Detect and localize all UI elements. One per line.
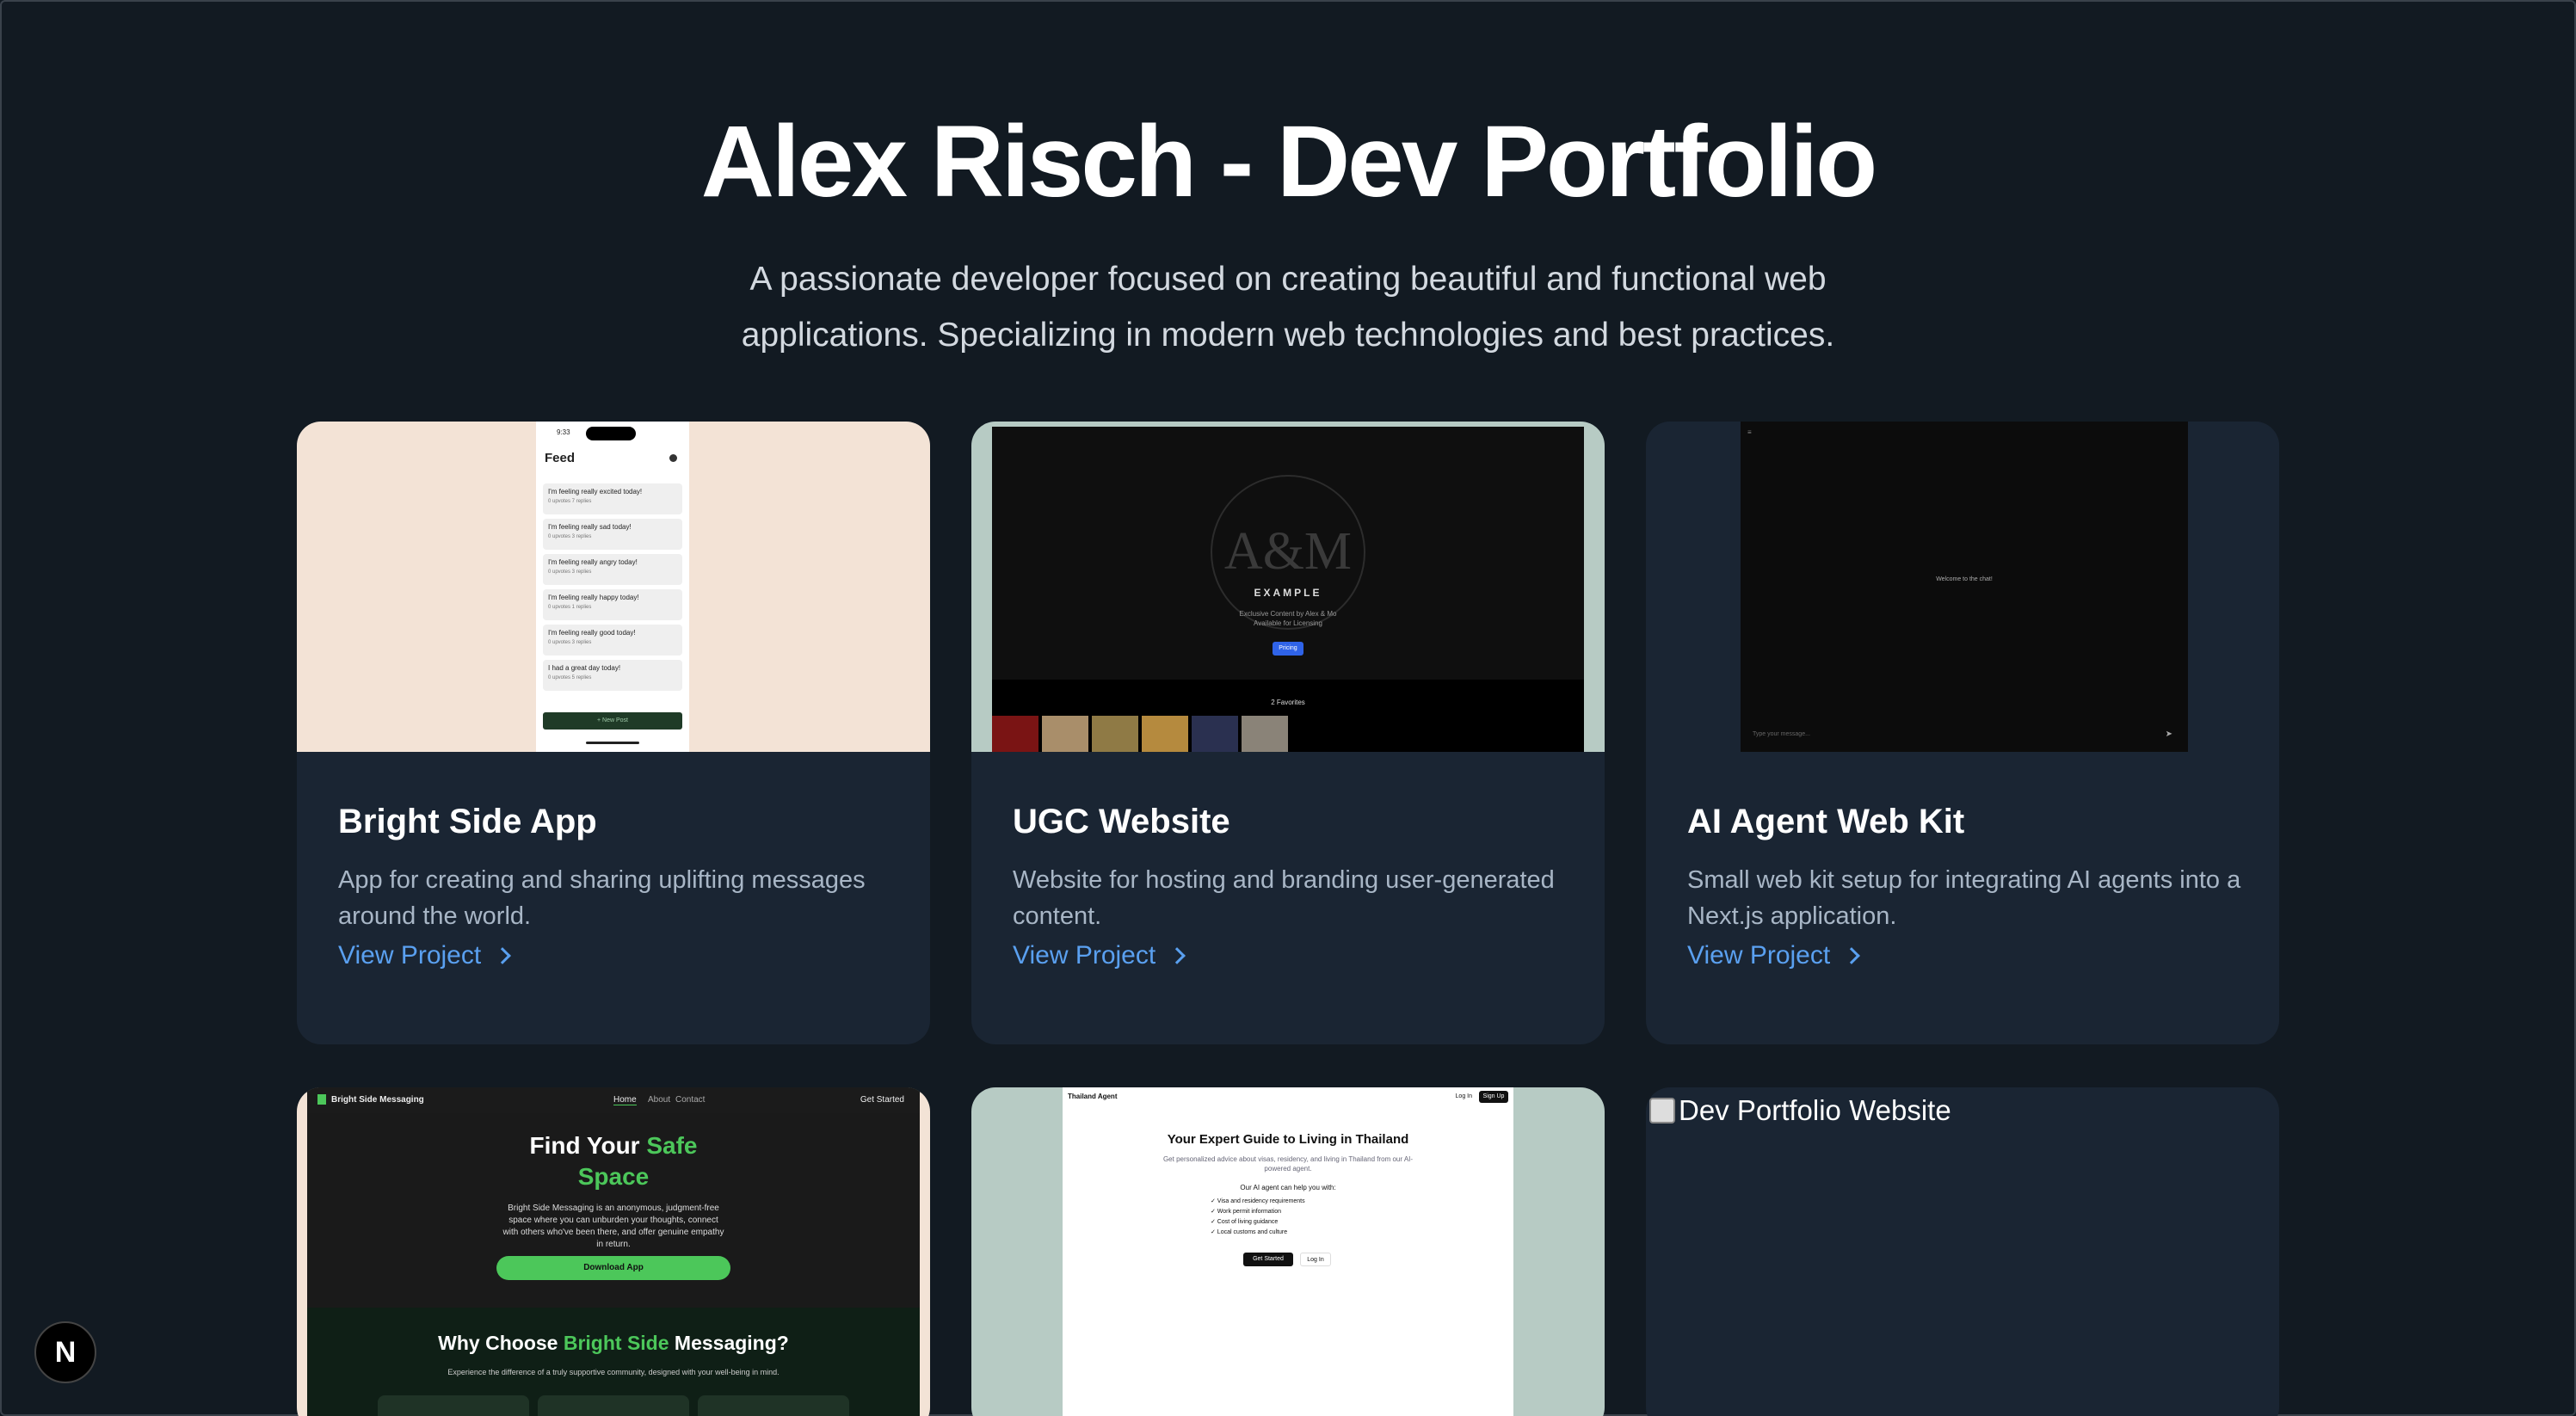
project-description: Website for hosting and branding user-ge… xyxy=(1013,866,1555,930)
thailand-headline: Your Expert Guide to Living in Thailand xyxy=(1167,1132,1409,1147)
download-app-button: Download App xyxy=(496,1256,730,1280)
photo-thumbnail xyxy=(1242,716,1288,752)
photo-thumbnail xyxy=(992,716,1038,752)
nav-contact: Contact xyxy=(675,1095,706,1105)
help-item: ✓ Work permit information xyxy=(1211,1209,1281,1215)
feed-post: I'm feeling really good today! 0 upvotes … xyxy=(543,625,682,656)
chat-mockup: ≡ Welcome to the chat! Type your message… xyxy=(1741,422,2188,752)
project-card-thailand-agent[interactable]: Thailand Agent Log In Sign Up Your Exper… xyxy=(971,1087,1605,1416)
project-description: Small web kit setup for integrating AI a… xyxy=(1687,866,2241,930)
ugc-site-mockup: A&M EXAMPLE Exclusive Content by Alex & … xyxy=(992,427,1584,752)
user-icon xyxy=(669,454,677,462)
logo-monogram: A&M xyxy=(1223,522,1353,581)
broken-image[interactable]: Dev Portfolio Website xyxy=(1649,1094,1951,1127)
feed-post: I'm feeling really angry today! 0 upvotes… xyxy=(543,554,682,585)
login-link: Log In xyxy=(1455,1093,1472,1099)
why-subtext: Experience the difference of a truly sup… xyxy=(447,1368,780,1376)
project-thumbnail[interactable]: 9:33 Feed I'm feeling really excited tod… xyxy=(297,422,930,752)
view-project-link[interactable]: View Project xyxy=(1013,941,1186,970)
home-indicator xyxy=(586,742,639,744)
project-description: App for creating and sharing uplifting m… xyxy=(338,866,866,930)
feature-card xyxy=(538,1395,689,1416)
feed-post: I'm feeling really sad today! 0 upvotes 3… xyxy=(543,519,682,550)
nav-about: About xyxy=(648,1095,671,1105)
photo-thumbnail xyxy=(1042,716,1088,752)
help-item: ✓ Cost of living guidance xyxy=(1211,1219,1279,1225)
nextjs-dev-indicator[interactable]: N xyxy=(34,1321,96,1383)
get-started-link: Get Started xyxy=(860,1095,904,1105)
feature-card xyxy=(378,1395,529,1416)
menu-icon: ≡ xyxy=(1747,428,1752,436)
log-in-button: Log In xyxy=(1300,1253,1331,1266)
chevron-right-icon xyxy=(494,947,512,964)
help-item: ✓ Visa and residency requirements xyxy=(1211,1198,1305,1204)
project-card-bright-side-app[interactable]: 9:33 Feed I'm feeling really excited tod… xyxy=(297,422,930,1044)
messaging-headline: Find Your Safe Space xyxy=(529,1132,698,1190)
chat-welcome: Welcome to the chat! xyxy=(1936,576,1993,582)
feed-title: Feed xyxy=(545,451,576,465)
view-project-link[interactable]: View Project xyxy=(1687,941,1861,970)
broken-image-icon xyxy=(1649,1098,1675,1124)
feed-post: I'm feeling really happy today! 0 upvotes… xyxy=(543,589,682,620)
chat-input: Type your message... xyxy=(1753,731,1810,737)
send-icon: ➤ xyxy=(2165,730,2172,739)
chevron-right-icon xyxy=(1843,947,1861,964)
nav-home: Home xyxy=(613,1095,637,1105)
thailand-site-mockup: Thailand Agent Log In Sign Up Your Exper… xyxy=(1063,1087,1513,1416)
hero-label: EXAMPLE xyxy=(1254,587,1322,599)
messaging-body: Bright Side Messaging is an anonymous, j… xyxy=(502,1204,724,1249)
view-project-link[interactable]: View Project xyxy=(338,941,512,970)
hero-subtext: Exclusive Content by Alex & Mo Available … xyxy=(1239,610,1337,627)
pricing-button: Pricing xyxy=(1273,642,1303,656)
project-thumbnail[interactable]: ≡ Welcome to the chat! Type your message… xyxy=(1646,422,2279,752)
help-heading: Our AI agent can help you with: xyxy=(1240,1184,1336,1191)
photo-thumbnail xyxy=(1142,716,1188,752)
feed-post: I'm feeling really excited today! 0 upvot… xyxy=(543,483,682,514)
project-card-ai-agent-web-kit[interactable]: ≡ Welcome to the chat! Type your message… xyxy=(1646,422,2279,1044)
project-card-bright-side-messaging[interactable]: Bright Side Messaging Home About Contact… xyxy=(297,1087,930,1416)
phone-mockup: 9:33 Feed I'm feeling really excited tod… xyxy=(536,422,689,752)
thailand-subtext: Get personalized advice about visas, res… xyxy=(1162,1155,1414,1173)
feed-post: I had a great day today! 0 upvotes 5 repl… xyxy=(543,660,682,691)
view-project-label: View Project xyxy=(1013,941,1156,970)
why-heading: Why Choose Bright Side Messaging? xyxy=(438,1332,789,1354)
image-alt-text: Dev Portfolio Website xyxy=(1679,1094,1951,1126)
ugc-hero: A&M EXAMPLE Exclusive Content by Alex & … xyxy=(992,427,1584,680)
help-item: ✓ Local customs and culture xyxy=(1211,1229,1288,1235)
favorites-label: 2 Favorites xyxy=(1271,699,1305,706)
photo-thumbnail xyxy=(1092,716,1138,752)
page-subtitle: A passionate developer focused on creati… xyxy=(741,261,1835,354)
new-post-button: + New Post xyxy=(543,712,682,730)
signup-button: Sign Up xyxy=(1479,1091,1508,1103)
messaging-site-mockup: Bright Side Messaging Home About Contact… xyxy=(307,1087,920,1416)
messaging-nav: Bright Side Messaging Home About Contact… xyxy=(307,1087,920,1113)
brand-name: Bright Side Messaging xyxy=(331,1095,424,1105)
project-title: UGC Website xyxy=(1013,803,1230,840)
view-project-label: View Project xyxy=(338,941,482,970)
phone-notch xyxy=(586,427,636,440)
view-project-label: View Project xyxy=(1687,941,1831,970)
photo-thumbnail xyxy=(1192,716,1238,752)
project-card-ugc-website[interactable]: A&M EXAMPLE Exclusive Content by Alex & … xyxy=(971,422,1605,1044)
brand-logo-icon xyxy=(317,1094,326,1105)
brand-name: Thailand Agent xyxy=(1068,1093,1118,1100)
page-title: Alex Risch - Dev Portfolio xyxy=(700,105,1878,219)
phone-time: 9:33 xyxy=(557,428,570,436)
project-card-dev-portfolio-website[interactable]: Dev Portfolio Website xyxy=(1646,1087,2279,1416)
project-title: Bright Side App xyxy=(338,803,597,840)
project-thumbnail[interactable]: A&M EXAMPLE Exclusive Content by Alex & … xyxy=(971,422,1605,752)
chevron-right-icon xyxy=(1168,947,1186,964)
feature-card xyxy=(698,1395,849,1416)
project-title: AI Agent Web Kit xyxy=(1687,803,1965,840)
get-started-button: Get Started xyxy=(1243,1253,1293,1266)
